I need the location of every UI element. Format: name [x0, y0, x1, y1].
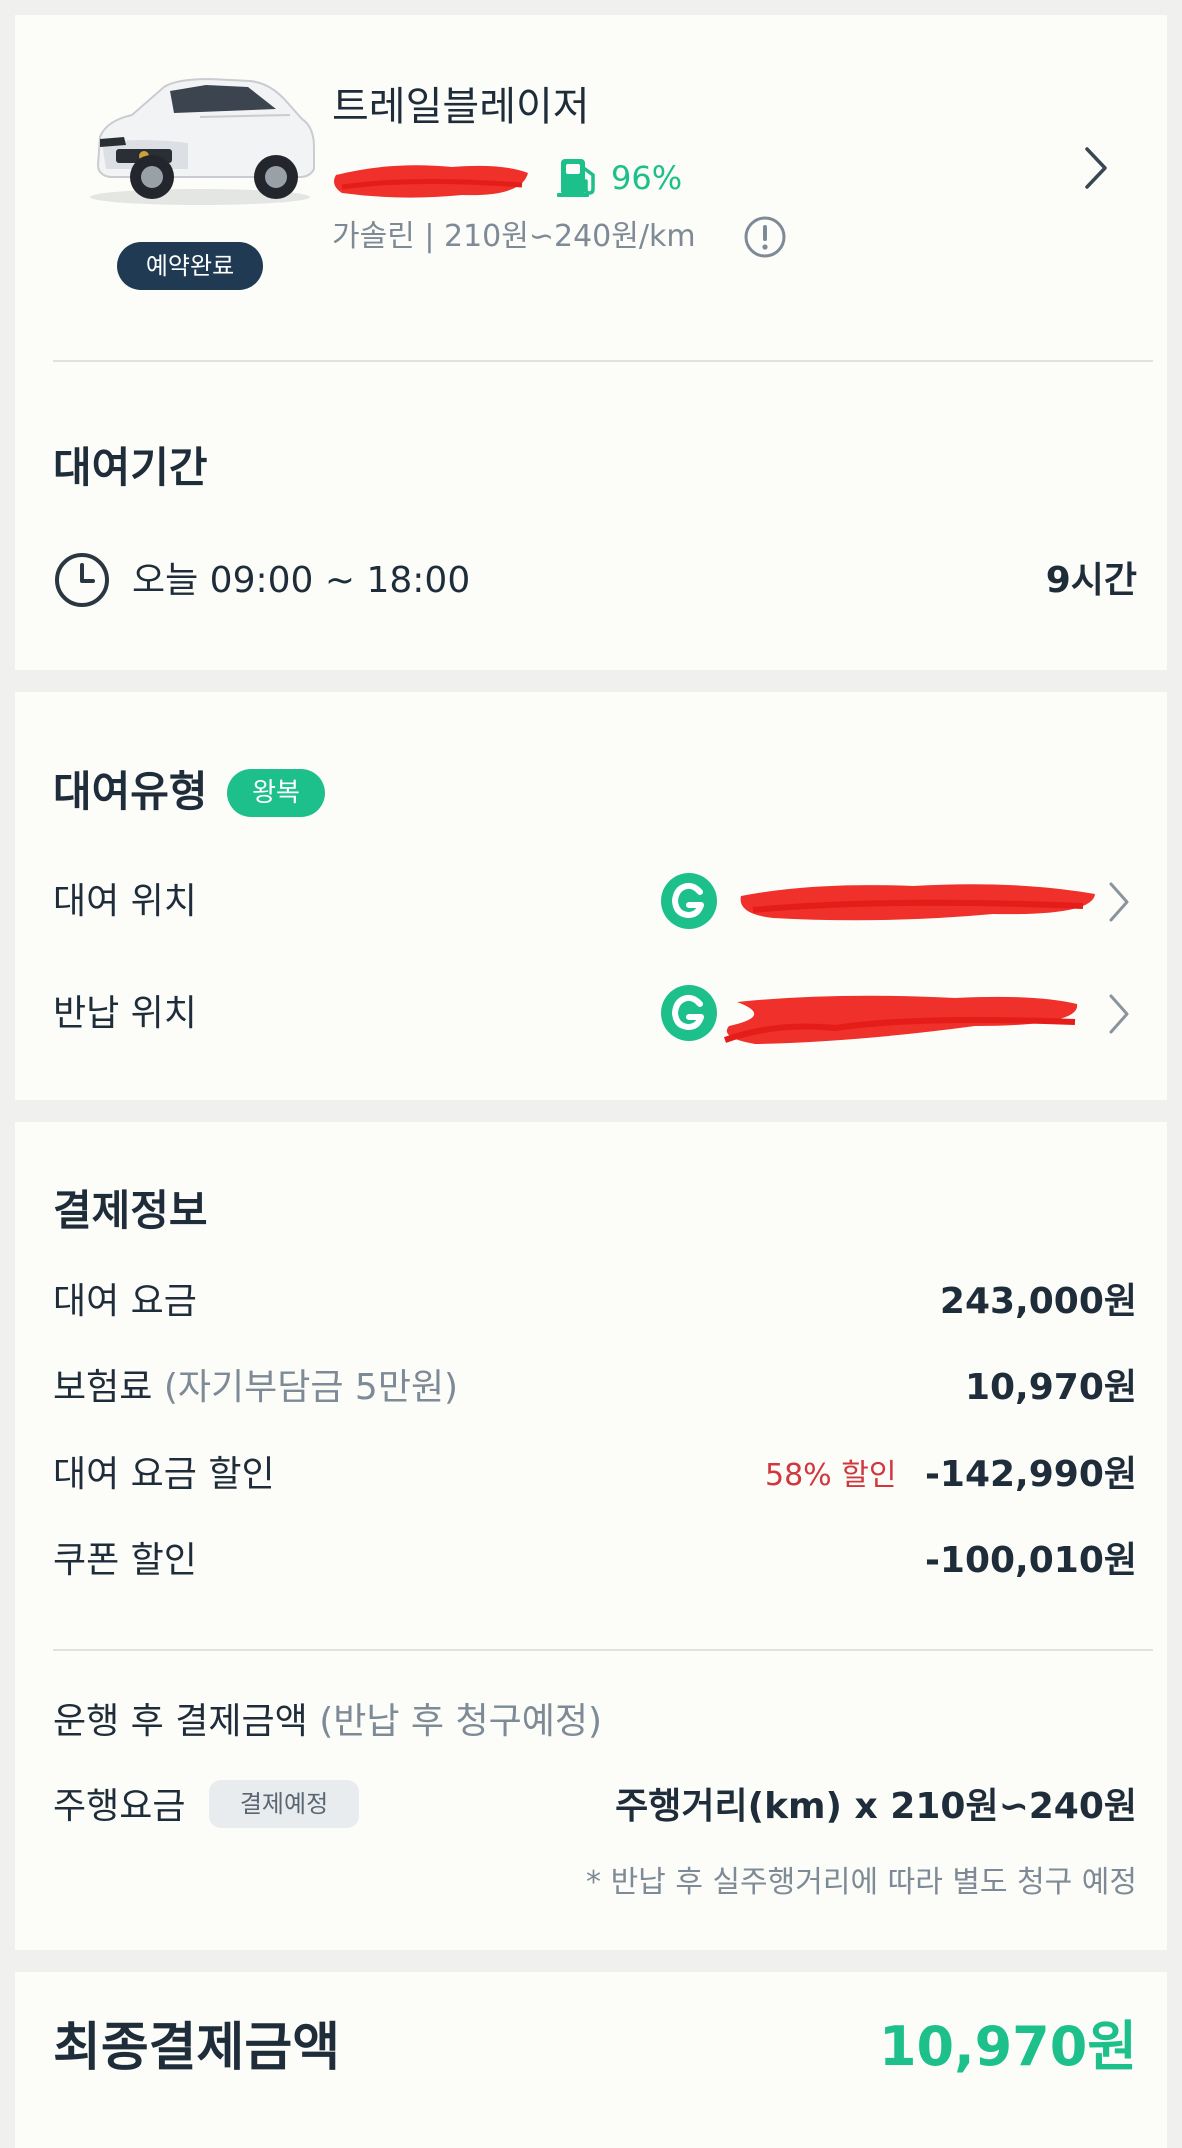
vehicle-card[interactable]: 예약완료 트레일블레이저 96% 가솔린 | 210원∽240원/km 대여기간…	[15, 15, 1167, 670]
post-drive-payment-text: 운행 후 결제금액	[53, 1701, 308, 1742]
rental-type-title: 대여유형	[53, 767, 208, 816]
coupon-discount-label: 쿠폰 할인	[53, 1540, 197, 1581]
payment-title: 결제정보	[53, 1186, 208, 1235]
chevron-right-icon[interactable]	[1103, 878, 1135, 926]
fuel-level: 96%	[611, 159, 683, 197]
pickup-location-row[interactable]: 대여 위치	[15, 852, 1167, 952]
pickup-address-redacted	[733, 874, 1103, 932]
mileage-fee-label: 주행요금	[53, 1786, 186, 1827]
rental-period-title: 대여기간	[53, 443, 208, 492]
insurance-deductible-note: (자기부담금 5만원)	[163, 1367, 459, 1408]
g-logo-icon	[660, 984, 718, 1042]
insurance-value: 10,970원	[964, 1367, 1137, 1408]
car-image	[80, 57, 320, 207]
reservation-status-badge: 예약완료	[117, 242, 263, 290]
payment-scheduled-badge: 결제예정	[209, 1780, 359, 1828]
g-logo-icon	[660, 872, 718, 930]
chevron-right-icon[interactable]	[1103, 990, 1135, 1038]
insurance-label-text: 보험료	[53, 1367, 153, 1408]
rental-type-card: 대여유형 왕복 대여 위치 반납 위치	[15, 692, 1167, 1100]
final-payment-label: 최종결제금액	[53, 2018, 341, 2078]
chevron-right-icon[interactable]	[1075, 143, 1115, 193]
reservation-status-text: 예약완료	[145, 252, 235, 280]
vehicle-name: 트레일블레이저	[332, 84, 590, 130]
rental-duration: 9시간	[1045, 560, 1137, 601]
return-location-label: 반납 위치	[53, 993, 197, 1034]
mileage-fee-value: 주행거리(km) x 210원∽240원	[615, 1786, 1137, 1827]
divider	[53, 360, 1153, 362]
discount-rate-tag: 58% 할인	[765, 1458, 897, 1493]
rental-fee-value: 243,000원	[939, 1281, 1137, 1322]
return-address-redacted	[715, 986, 1087, 1052]
round-trip-badge: 왕복	[227, 769, 325, 817]
pickup-location-label: 대여 위치	[53, 881, 197, 922]
final-payment-value: 10,970원	[878, 2015, 1137, 2078]
clock-icon	[53, 551, 111, 609]
round-trip-badge-text: 왕복	[252, 778, 300, 808]
rental-discount-label: 대여 요금 할인	[53, 1454, 275, 1495]
payment-scheduled-text: 결제예정	[239, 1790, 329, 1818]
coupon-discount-value: -100,010원	[924, 1540, 1137, 1581]
final-payment-card: 최종결제금액 10,970원	[15, 1972, 1167, 2148]
rental-time-range: 오늘 09:00 ~ 18:00	[132, 560, 471, 601]
return-location-row[interactable]: 반납 위치	[15, 964, 1167, 1064]
fuel-icon	[555, 153, 603, 201]
post-drive-payment-label: 운행 후 결제금액 (반납 후 청구예정)	[53, 1704, 602, 1740]
payment-card: 결제정보 대여 요금 243,000원 보험료 (자기부담금 5만원) 10,9…	[15, 1122, 1167, 1950]
license-plate-redacted	[332, 157, 532, 203]
post-drive-payment-note: (반납 후 청구예정)	[319, 1701, 603, 1742]
fuel-info: 가솔린 | 210원∽240원/km	[332, 219, 696, 254]
info-icon[interactable]	[743, 215, 787, 259]
rental-fee-label: 대여 요금	[53, 1281, 197, 1322]
rental-discount-value: -142,990원	[924, 1454, 1137, 1495]
insurance-label: 보험료 (자기부담금 5만원)	[53, 1370, 458, 1406]
divider	[53, 1649, 1153, 1651]
mileage-fee-note: * 반납 후 실주행거리에 따라 별도 청구 예정	[586, 1865, 1137, 1900]
